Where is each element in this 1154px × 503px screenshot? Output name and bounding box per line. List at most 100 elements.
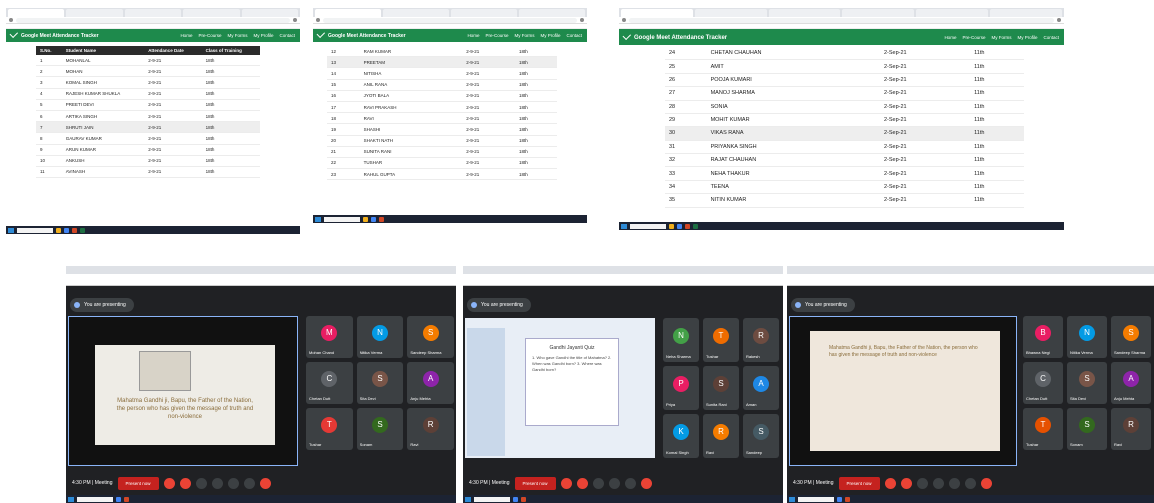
participant-tile[interactable]: S Sunita Rani xyxy=(703,366,739,410)
table-row[interactable]: 14 NITISHA 2-9-21 18th xyxy=(327,67,557,80)
excel-icon[interactable] xyxy=(80,227,85,233)
captions-icon[interactable] xyxy=(592,477,604,489)
participant-tile[interactable]: B Bhawna Negi xyxy=(1023,316,1063,358)
chrome-icon[interactable] xyxy=(64,227,69,233)
table-row[interactable]: 15 ANIL RANA 2-9-21 18th xyxy=(327,79,557,91)
powerpoint-icon[interactable] xyxy=(124,496,129,502)
participant-tile[interactable]: R Ravi xyxy=(407,408,454,450)
table-row[interactable]: 10 ANKUSH 2-9-21 18th xyxy=(36,155,260,167)
nav-pre-course[interactable]: Pre-Course xyxy=(962,35,985,40)
participant-tile[interactable]: S Sonam xyxy=(1067,408,1107,450)
nav-my-profile[interactable]: My Profile xyxy=(253,33,273,38)
participant-tile[interactable]: R Ravi xyxy=(1111,408,1151,450)
taskbar-search[interactable] xyxy=(17,227,53,233)
browser-tab[interactable] xyxy=(8,9,65,17)
nav-home[interactable]: Home xyxy=(180,33,192,38)
present-screen-icon[interactable] xyxy=(624,477,636,489)
table-row[interactable]: 19 SHASHI 2-9-21 18th xyxy=(327,123,557,136)
browser-tab[interactable] xyxy=(315,9,381,17)
participant-tile[interactable]: S Sonam xyxy=(356,408,404,450)
camera-off-icon[interactable] xyxy=(900,477,912,489)
browser-tab[interactable] xyxy=(451,9,517,17)
folder-icon[interactable] xyxy=(669,223,674,229)
table-row[interactable]: 11 AVINASH 2-9-21 18th xyxy=(36,166,260,179)
browser-tab[interactable] xyxy=(124,9,182,17)
presenting-banner[interactable]: You are presenting xyxy=(467,298,531,312)
participant-tile[interactable]: C Chetan Dutt xyxy=(1023,362,1063,404)
table-row[interactable]: 30 VIKAS RANA 2-Sep-21 11th xyxy=(665,126,1024,141)
participant-tile[interactable]: C Chetan Dutt xyxy=(306,362,353,404)
table-row[interactable]: 33 NEHA THAKUR 2-Sep-21 11th xyxy=(665,166,1024,181)
powerpoint-icon[interactable] xyxy=(72,227,77,233)
raise-hand-icon[interactable] xyxy=(608,477,620,489)
chrome-icon[interactable] xyxy=(371,216,376,222)
back-icon[interactable] xyxy=(9,18,13,22)
participant-tile[interactable]: N Nitika Verma xyxy=(1067,316,1107,358)
browser-tab[interactable] xyxy=(694,9,767,17)
participant-tile[interactable]: R Rakesh xyxy=(743,318,779,362)
table-row[interactable]: 1 MOHANLAL 2-9-21 18th xyxy=(36,55,260,67)
table-row[interactable]: 27 MANOJ SHARMA 2-Sep-21 11th xyxy=(665,86,1024,101)
nav-my-profile[interactable]: My Profile xyxy=(540,33,560,38)
more-options-icon[interactable] xyxy=(964,477,976,489)
taskbar-search[interactable] xyxy=(474,496,510,502)
table-row[interactable]: 25 AMIT 2-Sep-21 11th xyxy=(665,59,1024,74)
table-row[interactable]: 16 JYOTI BALA 2-9-21 18th xyxy=(327,90,557,102)
start-icon[interactable] xyxy=(8,227,14,233)
start-icon[interactable] xyxy=(68,496,74,502)
table-row[interactable]: 31 PRIYANKA SINGH 2-Sep-21 11th xyxy=(665,140,1024,155)
participant-tile[interactable]: S Sandeep xyxy=(743,414,779,458)
nav-home[interactable]: Home xyxy=(467,33,479,38)
profile-icon[interactable] xyxy=(293,18,297,22)
address-bar[interactable] xyxy=(313,17,587,24)
nav-contact[interactable]: Contact xyxy=(1043,35,1059,40)
presenting-banner[interactable]: You are presenting xyxy=(791,298,855,312)
powerpoint-icon[interactable] xyxy=(685,223,690,229)
nav-pre-course[interactable]: Pre-Course xyxy=(198,33,221,38)
present-screen-icon[interactable] xyxy=(227,477,239,489)
raise-hand-icon[interactable] xyxy=(211,477,223,489)
end-call-icon[interactable] xyxy=(259,477,271,489)
participant-tile[interactable]: N Neha Sharma xyxy=(663,318,699,362)
raise-hand-icon[interactable] xyxy=(932,477,944,489)
table-row[interactable]: 34 TEENA 2-Sep-21 11th xyxy=(665,180,1024,195)
present-now-button[interactable]: Present now xyxy=(838,476,880,490)
browser-tab[interactable] xyxy=(183,9,240,17)
browser-tab[interactable] xyxy=(990,9,1062,17)
participant-tile[interactable]: A Aman xyxy=(743,366,779,410)
table-row[interactable]: 5 PREETI DEVI 2-9-21 18th xyxy=(36,99,260,111)
end-call-icon[interactable] xyxy=(640,477,652,489)
start-icon[interactable] xyxy=(621,223,627,229)
chrome-icon[interactable] xyxy=(513,496,518,502)
participant-tile[interactable]: P Priya xyxy=(663,366,699,410)
nav-pre-course[interactable]: Pre-Course xyxy=(485,33,508,38)
table-row[interactable]: 12 RAM KUMAR 2-9-21 18th xyxy=(327,46,557,58)
start-icon[interactable] xyxy=(315,216,321,222)
nav-contact[interactable]: Contact xyxy=(566,33,582,38)
participant-tile[interactable]: S Sandeep Sharma xyxy=(1111,316,1151,358)
table-row[interactable]: 20 SHAKTI NATH 2-9-21 18th xyxy=(327,135,557,147)
present-now-button[interactable]: Present now xyxy=(117,476,159,490)
table-row[interactable]: 9 ARUN KUMAR 2-9-21 18th xyxy=(36,144,260,156)
start-icon[interactable] xyxy=(465,496,471,502)
taskbar-search[interactable] xyxy=(324,216,360,222)
table-row[interactable]: 35 NITIN KUMAR 2-Sep-21 11th xyxy=(665,193,1024,208)
participant-tile[interactable]: A Anju Mehta xyxy=(407,362,454,404)
participant-tile[interactable]: S Sita Devi xyxy=(1067,362,1107,404)
browser-tab[interactable] xyxy=(519,9,585,17)
table-row[interactable]: 28 SONIA 2-Sep-21 11th xyxy=(665,100,1024,114)
presenting-banner[interactable]: You are presenting xyxy=(70,298,134,312)
table-row[interactable]: 21 SUNITA RANI 2-9-21 18th xyxy=(327,146,557,158)
taskbar-search[interactable] xyxy=(630,223,666,229)
participant-tile[interactable]: K Komal Singh xyxy=(663,414,699,458)
participant-tile[interactable]: S Sandeep Sharma xyxy=(407,316,454,358)
chrome-icon[interactable] xyxy=(837,496,842,502)
table-row[interactable]: 8 GAURAV KUMAR 2-9-21 18th xyxy=(36,132,260,145)
powerpoint-icon[interactable] xyxy=(845,496,850,502)
end-call-icon[interactable] xyxy=(980,477,992,489)
mic-off-icon[interactable] xyxy=(560,477,572,489)
browser-tab[interactable] xyxy=(66,9,123,17)
nav-home[interactable]: Home xyxy=(944,35,956,40)
participant-tile[interactable]: A Anju Mehta xyxy=(1111,362,1151,404)
taskbar-search[interactable] xyxy=(77,496,113,502)
